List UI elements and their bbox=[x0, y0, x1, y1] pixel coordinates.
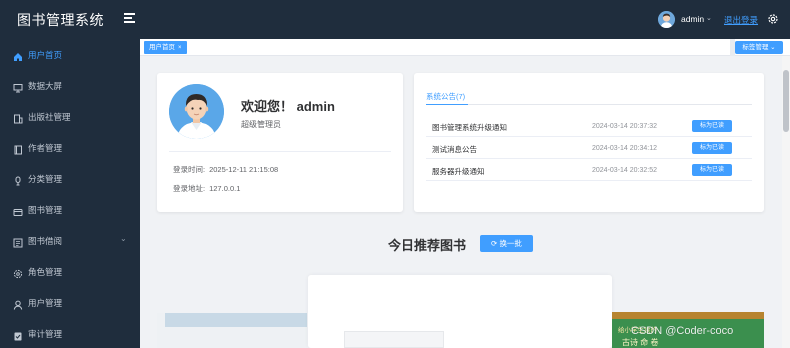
home-icon bbox=[13, 49, 23, 61]
mark-read-button[interactable]: 标为已读 bbox=[692, 142, 732, 154]
sidebar-item-data-screen[interactable]: 数据大屏 bbox=[0, 70, 140, 101]
sidebar-item-label: 角色管理 bbox=[28, 267, 63, 277]
sidebar-item-label: 作者管理 bbox=[28, 143, 63, 153]
borrow-icon bbox=[13, 235, 23, 248]
book-card-center[interactable] bbox=[308, 275, 612, 348]
monitor-icon bbox=[13, 80, 23, 93]
tab-label: 用户首页 bbox=[149, 44, 175, 51]
mark-read-button[interactable]: 标为已读 bbox=[692, 120, 732, 132]
book-cover-art bbox=[165, 313, 307, 327]
sidebar-item-audit[interactable]: 审计管理 bbox=[0, 318, 140, 348]
login-time-label: 登录时间: bbox=[173, 165, 206, 174]
tab-system-notices[interactable]: 系统公告(7) bbox=[426, 91, 465, 102]
gear-icon[interactable] bbox=[767, 12, 779, 24]
close-icon[interactable]: × bbox=[178, 45, 182, 51]
chevron-down-icon[interactable]: ⌄ bbox=[706, 14, 712, 22]
sidebar-item-publishers[interactable]: 出版社管理 bbox=[0, 101, 140, 132]
menu-toggle-icon[interactable] bbox=[124, 13, 135, 25]
welcome-greeting: 欢迎您！ admin bbox=[241, 99, 335, 114]
user-name[interactable]: admin bbox=[681, 14, 704, 24]
refresh-books-button[interactable]: ⟳ 换一批 bbox=[480, 235, 533, 252]
sidebar-item-label: 审计管理 bbox=[28, 329, 63, 339]
notice-row: 图书管理系统升级通知 2024-03-14 20:37:32 标为已读 bbox=[426, 115, 752, 137]
clipboard-icon bbox=[13, 328, 23, 341]
watermark-text: CSDN @Coder-coco bbox=[631, 325, 734, 337]
welcome-card: 欢迎您！ admin 超级管理员 登录时间: 2025-12-11 21:15:0… bbox=[157, 73, 403, 212]
sidebar-item-books[interactable]: 图书管理 bbox=[0, 194, 140, 225]
scrollbar-thumb[interactable] bbox=[783, 70, 789, 132]
settings-icon bbox=[13, 266, 23, 279]
tab-home[interactable]: 用户首页 × bbox=[144, 41, 187, 54]
book-cover-art bbox=[612, 312, 764, 319]
sidebar-item-label: 数据大屏 bbox=[28, 81, 63, 91]
recommend-title: 今日推荐图书 bbox=[388, 239, 467, 254]
sidebar-item-home[interactable]: 用户首页 bbox=[0, 39, 140, 70]
chevron-down-icon[interactable]: ⌄ bbox=[120, 234, 127, 243]
notice-title[interactable]: 服务器升级通知 bbox=[432, 166, 485, 177]
sidebar-item-borrow[interactable]: 图书借阅 ⌄ bbox=[0, 225, 140, 256]
book-cover-art bbox=[344, 331, 444, 348]
refresh-label: 换一批 bbox=[499, 239, 522, 248]
sidebar-item-label: 图书管理 bbox=[28, 205, 63, 215]
login-time-row: 登录时间: 2025-12-11 21:15:08 bbox=[173, 164, 278, 175]
book-cover-text: 古诗 命 卷 bbox=[622, 338, 659, 347]
user-role: 超级管理员 bbox=[241, 120, 281, 129]
notice-date: 2024-03-14 20:37:32 bbox=[592, 123, 657, 130]
refresh-icon: ⟳ bbox=[491, 239, 498, 248]
book-icon bbox=[13, 142, 23, 155]
notice-date: 2024-03-14 20:32:52 bbox=[592, 167, 657, 174]
login-address-value: 127.0.0.1 bbox=[209, 184, 241, 193]
tabs-bar: 用户首页 × 标签管理 ⌄ bbox=[140, 39, 790, 56]
sidebar-item-categories[interactable]: 分类管理 bbox=[0, 163, 140, 194]
folder-icon bbox=[13, 204, 23, 216]
sidebar-item-label: 图书借阅 bbox=[28, 236, 63, 246]
book-cover-left[interactable] bbox=[157, 313, 307, 348]
category-icon bbox=[13, 173, 23, 186]
tab-active-indicator bbox=[426, 104, 468, 105]
sidebar-item-label: 出版社管理 bbox=[28, 112, 71, 122]
user-avatar[interactable] bbox=[658, 11, 675, 28]
sidebar: 用户首页 数据大屏 出版社管理 作者管理 分类管理 图书管理 图书借阅 ⌄ 角色… bbox=[0, 39, 140, 348]
tab-underline bbox=[426, 104, 752, 105]
user-icon bbox=[13, 297, 23, 310]
sidebar-item-roles[interactable]: 角色管理 bbox=[0, 256, 140, 287]
building-icon bbox=[13, 111, 23, 124]
login-address-label: 登录地址: bbox=[173, 184, 206, 193]
sidebar-item-users[interactable]: 用户管理 bbox=[0, 287, 140, 318]
sidebar-item-label: 用户管理 bbox=[28, 298, 63, 308]
sidebar-item-authors[interactable]: 作者管理 bbox=[0, 132, 140, 163]
chevron-down-icon: ⌄ bbox=[770, 44, 776, 51]
notice-row: 测试消息公告 2024-03-14 20:34:12 标为已读 bbox=[426, 137, 752, 159]
top-header: 图书管理系统 admin ⌄ 退出登录 bbox=[0, 0, 790, 39]
avatar bbox=[169, 84, 224, 139]
tag-manage-label: 标签管理 bbox=[742, 44, 769, 51]
divider bbox=[169, 151, 391, 152]
notice-title[interactable]: 测试消息公告 bbox=[432, 144, 477, 155]
mark-read-button[interactable]: 标为已读 bbox=[692, 164, 732, 176]
tag-manage-button[interactable]: 标签管理 ⌄ bbox=[735, 41, 783, 54]
logout-link[interactable]: 退出登录 bbox=[724, 14, 758, 26]
app-title: 图书管理系统 bbox=[17, 13, 104, 29]
notice-title[interactable]: 图书管理系统升级通知 bbox=[432, 122, 507, 133]
notice-row: 服务器升级通知 2024-03-14 20:32:52 标为已读 bbox=[426, 159, 752, 181]
sidebar-item-label: 分类管理 bbox=[28, 174, 63, 184]
notice-date: 2024-03-14 20:34:12 bbox=[592, 145, 657, 152]
login-address-row: 登录地址: 127.0.0.1 bbox=[173, 183, 240, 194]
login-time-value: 2025-12-11 21:15:08 bbox=[209, 165, 279, 174]
notice-card: 系统公告(7) 图书管理系统升级通知 2024-03-14 20:37:32 标… bbox=[414, 73, 764, 212]
sidebar-item-label: 用户首页 bbox=[28, 50, 63, 60]
